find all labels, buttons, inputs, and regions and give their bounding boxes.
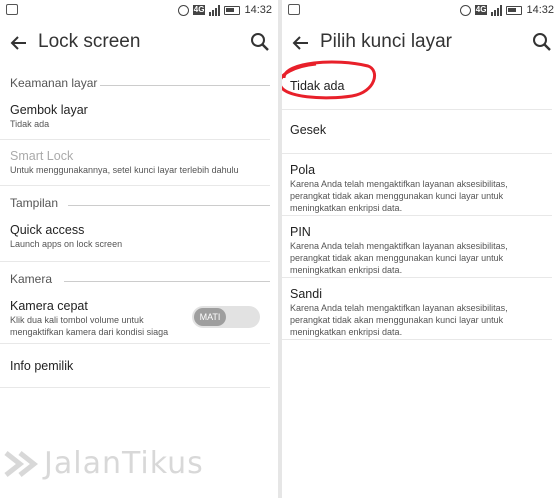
choose-lock-panel: 4G 14:32 Pilih kunci layar Tidak ada Ges… [282, 0, 560, 498]
option-desc-line3: meningkatkan enkripsi data. [290, 203, 403, 213]
section-divider [100, 85, 270, 86]
section-title: Tampilan [10, 196, 59, 210]
alarm-icon [177, 4, 189, 16]
back-arrow-icon[interactable] [292, 34, 310, 52]
search-icon[interactable] [250, 32, 270, 52]
option-desc-line2: perangkat tidak akan menggunakan kunci l… [290, 253, 504, 263]
option-title: Gesek [290, 123, 327, 137]
section-header-kamera: Kamera [0, 262, 278, 290]
notification-icon [288, 4, 300, 15]
option-desc-line2: perangkat tidak akan menggunakan kunci l… [290, 315, 504, 325]
option-desc-line3: meningkatkan enkripsi data. [290, 327, 403, 337]
setting-smart-lock: Smart Lock Untuk menggunakannya, setel k… [0, 140, 270, 186]
status-time: 14:32 [526, 4, 554, 16]
item-subtitle: Launch apps on lock screen [10, 239, 123, 249]
lock-screen-panel: 4G 14:32 Lock screen Keamanan layar Gemb… [0, 0, 278, 498]
item-title: Quick access [10, 223, 85, 237]
option-desc-line1: Karena Anda telah mengaktifkan layanan a… [290, 179, 508, 189]
setting-quick-access[interactable]: Quick access Launch apps on lock screen [0, 214, 270, 262]
status-time: 14:32 [244, 4, 272, 16]
kamera-cepat-toggle[interactable]: MATI [192, 306, 260, 328]
setting-gembok-layar[interactable]: Gembok layar Tidak ada [0, 94, 270, 140]
page-title: Lock screen [38, 31, 141, 52]
setting-kamera-cepat[interactable]: Kamera cepat Klik dua kali tombol volume… [0, 290, 270, 344]
alarm-icon [459, 4, 471, 16]
option-desc-line1: Karena Anda telah mengaktifkan layanan a… [290, 241, 508, 251]
option-pola[interactable]: Pola Karena Anda telah mengaktifkan laya… [282, 154, 552, 216]
notification-icon [6, 4, 18, 15]
option-desc-line1: Karena Anda telah mengaktifkan layanan a… [290, 303, 508, 313]
option-gesek[interactable]: Gesek [282, 110, 552, 154]
setting-info-pemilik[interactable]: Info pemilik [0, 344, 270, 388]
back-arrow-icon[interactable] [10, 34, 28, 52]
page-title: Pilih kunci layar [320, 31, 452, 52]
network-type: 4G [474, 5, 488, 15]
search-icon[interactable] [532, 32, 552, 52]
option-title: Sandi [290, 287, 322, 301]
section-divider [68, 205, 270, 206]
watermark: JalanTikus [2, 446, 204, 481]
jalantikus-logo-icon [4, 450, 38, 477]
section-divider [64, 281, 270, 282]
item-subtitle: Tidak ada [10, 119, 50, 129]
red-highlight-circle [282, 60, 377, 100]
option-desc-line3: meningkatkan enkripsi data. [290, 265, 403, 275]
item-subtitle: Untuk menggunakannya, setel kunci layar … [10, 165, 239, 175]
item-title: Gembok layar [10, 103, 88, 117]
item-title: Smart Lock [10, 149, 74, 163]
battery-icon [506, 5, 523, 15]
option-title: PIN [290, 225, 311, 239]
section-header-keamanan: Keamanan layar [0, 66, 278, 94]
option-title: Pola [290, 163, 316, 177]
option-pin[interactable]: PIN Karena Anda telah mengaktifkan layan… [282, 216, 552, 278]
app-bar: Lock screen [0, 20, 278, 66]
watermark-text: JalanTikus [44, 446, 204, 481]
toggle-label: MATI [194, 308, 226, 326]
signal-icon [491, 4, 503, 16]
section-title: Kamera [10, 272, 53, 286]
status-bar: 4G 14:32 [0, 0, 278, 20]
option-desc-line2: perangkat tidak akan menggunakan kunci l… [290, 191, 504, 201]
status-bar: 4G 14:32 [282, 0, 560, 20]
option-tidak-ada[interactable]: Tidak ada [282, 60, 552, 110]
section-title: Keamanan layar [10, 76, 98, 90]
battery-icon [224, 5, 241, 15]
section-header-tampilan: Tampilan [0, 186, 278, 214]
item-title: Info pemilik [10, 359, 74, 373]
option-sandi[interactable]: Sandi Karena Anda telah mengaktifkan lay… [282, 278, 552, 340]
signal-icon [209, 4, 221, 16]
network-type: 4G [192, 5, 206, 15]
